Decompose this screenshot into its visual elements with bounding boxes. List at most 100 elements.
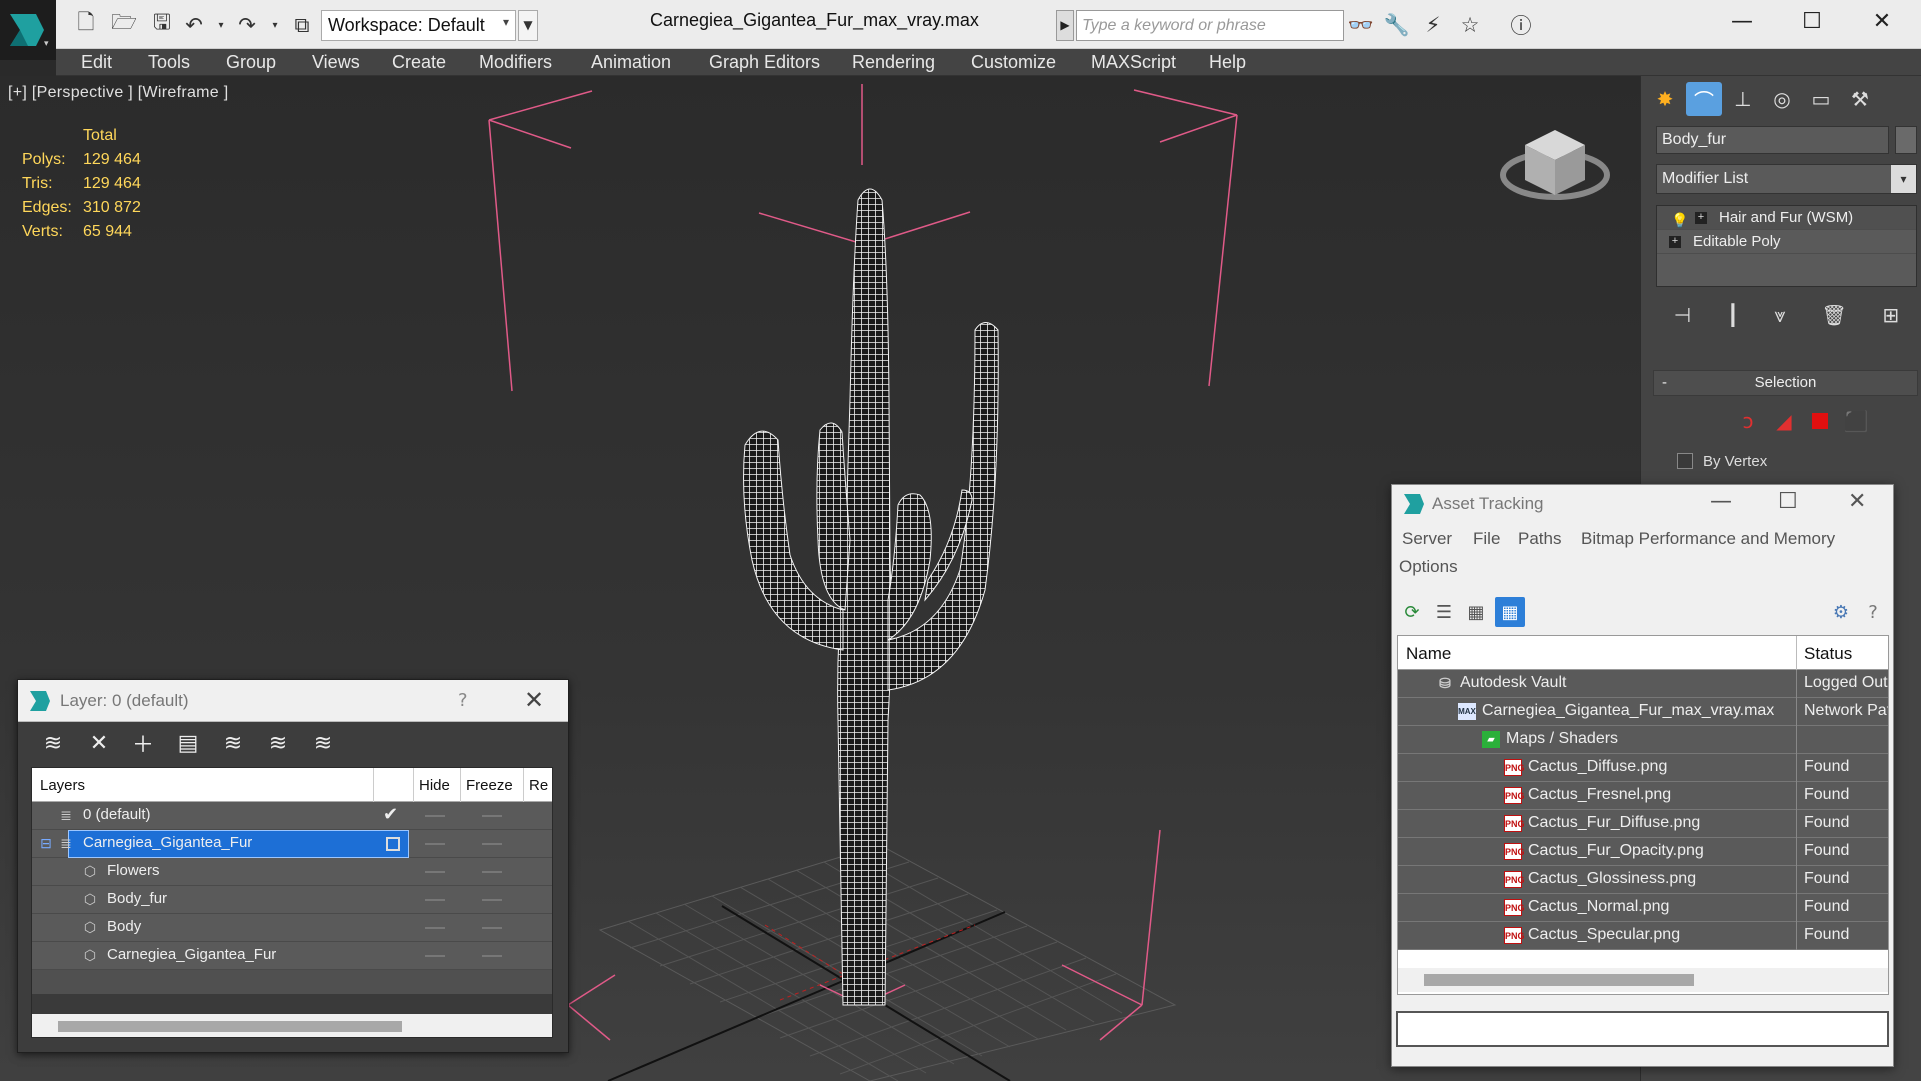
asset-row[interactable]: PNG Cactus_Fur_Diffuse.png Found bbox=[1398, 810, 1888, 838]
column-layers[interactable]: Layers bbox=[40, 777, 85, 794]
minimize-icon[interactable]: — bbox=[1722, 8, 1762, 38]
column-hide[interactable]: Hide bbox=[419, 777, 450, 794]
horizontal-scrollbar[interactable] bbox=[1398, 968, 1888, 992]
column-status[interactable]: Status bbox=[1804, 644, 1852, 664]
configure-sets-icon[interactable]: ⊞ bbox=[1882, 303, 1899, 327]
expand-icon[interactable]: + bbox=[1669, 236, 1681, 248]
menu-views[interactable]: Views bbox=[312, 52, 360, 73]
polygon-icon[interactable] bbox=[1803, 404, 1837, 438]
undo-icon[interactable]: ↶ bbox=[181, 12, 207, 38]
layer-row[interactable]: ≣ 0 (default) ✔ bbox=[32, 802, 552, 830]
menu-graph-editors[interactable]: Graph Editors bbox=[709, 52, 820, 73]
help-icon[interactable]: ? bbox=[458, 690, 468, 711]
column-freeze[interactable]: Freeze bbox=[466, 777, 513, 794]
asset-row[interactable]: PNG Cactus_Specular.png Found bbox=[1398, 922, 1888, 950]
hide-toggle[interactable] bbox=[425, 927, 445, 929]
expand-icon[interactable]: + bbox=[1695, 212, 1707, 224]
asset-row[interactable]: PNG Cactus_Normal.png Found bbox=[1398, 894, 1888, 922]
guide-icon[interactable]: ↄ bbox=[1731, 404, 1765, 438]
menu-server[interactable]: Server bbox=[1402, 529, 1452, 549]
hide-toggle[interactable] bbox=[425, 871, 445, 873]
project-icon[interactable]: ⧉ bbox=[289, 12, 315, 38]
menu-options[interactable]: Options bbox=[1399, 557, 1458, 577]
freeze-toggle[interactable] bbox=[482, 871, 502, 873]
viewport-label[interactable]: [+] [Perspective ] [Wireframe ] bbox=[8, 84, 228, 102]
asset-row[interactable]: ▰ Maps / Shaders bbox=[1398, 726, 1888, 754]
maximize-icon[interactable]: ☐ bbox=[1778, 489, 1798, 514]
show-end-result-icon[interactable]: ┃ bbox=[1727, 303, 1739, 327]
menu-modifiers[interactable]: Modifiers bbox=[479, 52, 552, 73]
layer-object-row[interactable]: ⬡ Body bbox=[32, 914, 552, 942]
hide-toggle[interactable] bbox=[425, 899, 445, 901]
workspace-menu-button[interactable]: ▼ bbox=[518, 10, 538, 41]
menu-paths[interactable]: Paths bbox=[1518, 529, 1561, 549]
freeze-toggle[interactable] bbox=[482, 899, 502, 901]
menu-bitmap-performance[interactable]: Bitmap Performance and Memory bbox=[1581, 529, 1835, 549]
freeze-toggle[interactable] bbox=[482, 927, 502, 929]
layer-object-row[interactable]: ⬡ Flowers bbox=[32, 858, 552, 886]
asset-row[interactable]: PNG Cactus_Fresnel.png Found bbox=[1398, 782, 1888, 810]
pin-stack-icon[interactable]: ⊣ bbox=[1674, 303, 1691, 327]
modifier-list-select[interactable]: Modifier List ▾ bbox=[1656, 164, 1917, 194]
utilities-tab-icon[interactable]: ⚒ bbox=[1842, 82, 1878, 116]
asset-path-field[interactable] bbox=[1396, 1011, 1889, 1047]
help-icon[interactable]: ⓘ bbox=[1508, 12, 1534, 38]
menu-customize[interactable]: Customize bbox=[971, 52, 1056, 73]
asset-row[interactable]: MAX Carnegiea_Gigantea_Fur_max_vray.max … bbox=[1398, 698, 1888, 726]
make-unique-icon[interactable]: ⩔ bbox=[1774, 303, 1785, 327]
layer-window-titlebar[interactable]: Layer: 0 (default) ? ✕ bbox=[18, 680, 568, 722]
motion-tab-icon[interactable]: ◎ bbox=[1764, 82, 1800, 116]
freeze-toggle[interactable] bbox=[482, 843, 502, 845]
menu-animation[interactable]: Animation bbox=[591, 52, 671, 73]
close-icon[interactable]: ✕ bbox=[1848, 489, 1866, 514]
object-color-swatch[interactable] bbox=[1895, 126, 1917, 154]
freeze-toggle[interactable] bbox=[482, 955, 502, 957]
create-tab-icon[interactable]: ✸ bbox=[1647, 82, 1683, 116]
minimize-icon[interactable]: — bbox=[1710, 489, 1732, 514]
delete-layer-icon[interactable]: ✕ bbox=[84, 729, 114, 757]
menu-maxscript[interactable]: MAXScript bbox=[1091, 52, 1176, 73]
help-icon[interactable]: ? bbox=[1858, 597, 1888, 627]
object-name-field[interactable]: Body_fur bbox=[1656, 126, 1889, 154]
menu-tools[interactable]: Tools bbox=[148, 52, 190, 73]
display-tab-icon[interactable]: ▭ bbox=[1803, 82, 1839, 116]
open-file-icon[interactable]: 🗁 bbox=[111, 10, 137, 38]
element-icon[interactable]: ⬛ bbox=[1839, 404, 1873, 438]
menu-help[interactable]: Help bbox=[1209, 52, 1246, 73]
close-icon[interactable]: ✕ bbox=[524, 686, 544, 714]
refresh-icon[interactable]: ⟳ bbox=[1397, 597, 1427, 627]
save-icon[interactable]: 🖫 bbox=[149, 10, 175, 38]
collapse-icon[interactable]: ⊟ bbox=[38, 835, 54, 851]
asset-row[interactable]: ⛁ Autodesk Vault Logged Out bbox=[1398, 670, 1888, 698]
current-layer-check-icon[interactable]: ✔ bbox=[383, 804, 398, 825]
column-name[interactable]: Name bbox=[1406, 644, 1451, 664]
stack-item-editable-poly[interactable]: + Editable Poly bbox=[1657, 230, 1916, 254]
asset-row[interactable]: PNG Cactus_Glossiness.png Found bbox=[1398, 866, 1888, 894]
scrollbar-thumb[interactable] bbox=[58, 1021, 402, 1032]
add-to-layer-icon[interactable]: ＋ bbox=[128, 729, 158, 758]
bulb-icon[interactable]: 💡 bbox=[1671, 208, 1688, 232]
list-view-icon[interactable]: ☰ bbox=[1429, 597, 1459, 627]
face-icon[interactable]: ◢ bbox=[1767, 404, 1801, 438]
remove-modifier-icon[interactable]: 🗑 bbox=[1821, 303, 1846, 327]
menu-file[interactable]: File bbox=[1473, 529, 1500, 549]
binoculars-icon[interactable]: 👓 bbox=[1348, 12, 1374, 38]
menu-group[interactable]: Group bbox=[226, 52, 276, 73]
new-file-icon[interactable]: 🗋 bbox=[73, 10, 99, 38]
vault-help-icon[interactable]: ⚙ bbox=[1826, 597, 1856, 627]
set-current-box[interactable] bbox=[386, 837, 400, 851]
hide-all-icon[interactable]: ≋ bbox=[263, 729, 293, 757]
horizontal-scrollbar[interactable] bbox=[32, 1014, 552, 1037]
freeze-toggle[interactable] bbox=[482, 815, 502, 817]
hierarchy-tab-icon[interactable]: ⊥ bbox=[1725, 82, 1761, 116]
menu-create[interactable]: Create bbox=[392, 52, 446, 73]
workspace-select[interactable]: Workspace: Default ▾ bbox=[321, 10, 516, 41]
modify-tab-icon[interactable]: ⌒ bbox=[1686, 82, 1722, 116]
hide-toggle[interactable] bbox=[425, 815, 445, 817]
key-icon[interactable]: 🔧 bbox=[1384, 12, 1410, 38]
select-layer-icon[interactable]: ≋ bbox=[218, 729, 248, 757]
select-objects-icon[interactable]: ▤ bbox=[173, 729, 203, 757]
logo-icon[interactable]: ▾ bbox=[0, 0, 56, 60]
layer-object-row[interactable]: ⬡ Body_fur bbox=[32, 886, 552, 914]
column-render[interactable]: Re bbox=[529, 777, 548, 794]
